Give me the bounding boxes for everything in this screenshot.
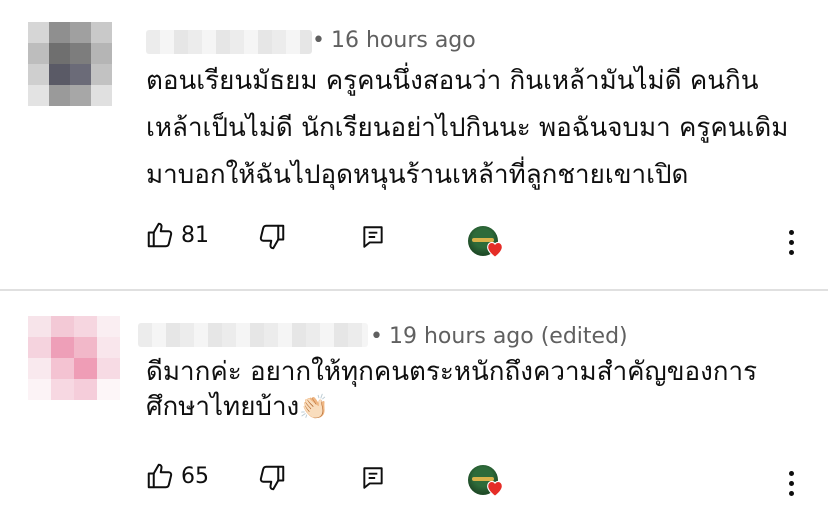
reply-icon [360, 465, 386, 491]
more-options-button[interactable] [789, 471, 795, 501]
comment-line: ดีมากค่ะ อยากให้ทุกคนตระหนักถึงความสำคัญ… [146, 357, 758, 387]
dislike-button[interactable] [257, 463, 287, 493]
comment-line: ศึกษาไทยบ้าง👏🏻 [146, 390, 757, 425]
creator-heart-icon [487, 480, 503, 497]
comment-thread-2: • 19 hours ago (edited) ดีมากค่ะ อยากให้ท… [0, 0, 828, 530]
creator-heart-badge [468, 465, 503, 499]
more-vertical-icon [789, 471, 795, 496]
avatar[interactable] [28, 316, 120, 400]
like-button[interactable]: 65 [145, 461, 209, 491]
like-count: 65 [181, 463, 209, 489]
comment-text: ดีมากค่ะ อยากให้ทุกคนตระหนักถึงความสำคัญ… [146, 355, 757, 425]
thumbs-up-icon [145, 461, 175, 491]
comment-timestamp: • 19 hours ago (edited) [370, 324, 628, 349]
author-name-blurred[interactable] [138, 323, 368, 347]
comment-line-text: ศึกษาไทยบ้าง [146, 392, 300, 422]
reply-button[interactable] [360, 465, 386, 491]
thumbs-down-icon [257, 463, 287, 493]
clapping-hands-emoji: 👏🏻 [299, 393, 330, 421]
